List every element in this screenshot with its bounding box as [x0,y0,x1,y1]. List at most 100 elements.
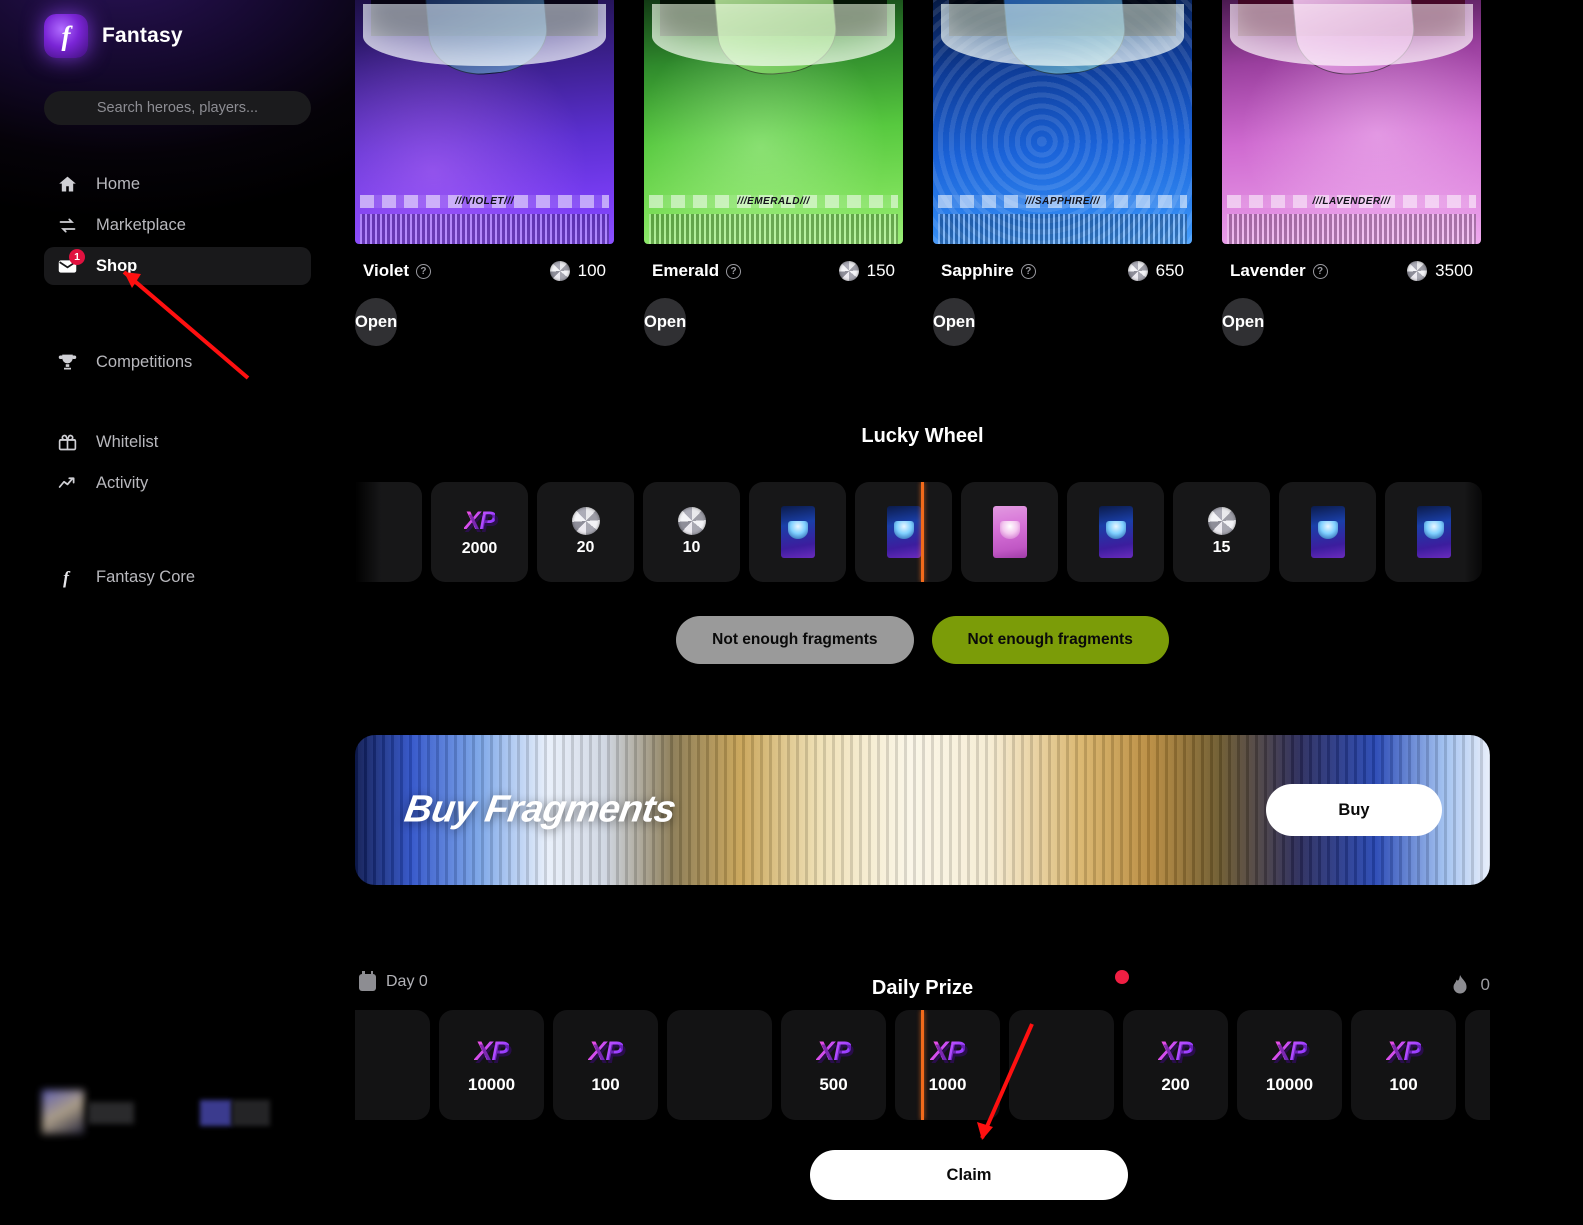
spin-multi-button[interactable]: Not enough fragments [932,616,1169,664]
open-pack-button[interactable]: Open [644,298,686,346]
pack-name-text: Emerald [652,261,719,281]
daily-prize-value: 200 [1161,1075,1189,1095]
daily-prize-value: 10000 [468,1075,515,1095]
pack-price: 3500 [1407,261,1473,281]
wheel-item[interactable]: 20 [537,482,634,582]
trending-up-icon [56,472,78,494]
nav-spacer [0,505,355,555]
daily-prize-header: Day 0 Daily Prize 0 [355,965,1490,1005]
wheel-item[interactable] [855,482,952,582]
sidebar-item-label: Competitions [96,353,192,372]
pack-name-text: Violet [363,261,409,281]
daily-prize-value: 100 [591,1075,619,1095]
daily-prize-item[interactable]: XP 1000 [895,1010,1000,1120]
xp-icon: XP [1158,1036,1192,1067]
fantasy-f-icon: f [56,566,78,588]
pack-meta: Violet ? 100 [355,261,614,281]
svg-text:f: f [63,567,71,587]
streak-counter: 0 [1452,975,1490,995]
pack-image-lavender: ///LAVENDER/// [1222,0,1481,244]
pack-name: Emerald ? [652,261,741,281]
sidebar: f Fantasy Search heroes, players... Home… [0,0,355,1225]
gift-icon [56,431,78,453]
daily-prize-item[interactable]: XP 100 [1351,1010,1456,1120]
pack-price-value: 100 [578,261,606,281]
daily-prize-item[interactable]: XP 10000 [439,1010,544,1120]
daily-prize-item[interactable] [667,1010,772,1120]
lucky-wheel-strip[interactable]: XP 2000 20 10 [355,482,1490,582]
fragment-icon [1208,507,1236,535]
xp-icon: XP [816,1036,850,1067]
pack-price: 100 [550,261,606,281]
search-input[interactable]: Search heroes, players... [44,91,311,125]
pack-image-emerald: ///EMERALD/// [644,0,903,244]
pack-list: ///VIOLET/// Violet ? 100 Open [355,0,1490,346]
daily-prize-item[interactable]: XP 100 [553,1010,658,1120]
wheel-item[interactable]: 15 [1173,482,1270,582]
hero-card-icon [887,506,921,558]
search-placeholder: Search heroes, players... [97,100,258,116]
help-icon[interactable]: ? [1313,264,1328,279]
inbox-icon: 1 [56,255,78,277]
flame-icon [1452,975,1469,995]
blurred-thumbnail-art [0,1080,290,1140]
wheel-item[interactable] [1067,482,1164,582]
daily-prize-item[interactable]: XP 10000 [1237,1010,1342,1120]
wheel-item[interactable] [355,482,422,582]
pack-name-text: Lavender [1230,261,1306,281]
pack-price: 150 [839,261,895,281]
pack-label-text: ///LAVENDER/// [1227,195,1476,208]
brand[interactable]: f Fantasy [0,0,355,58]
pack-card: ///EMERALD/// Emerald ? 150 Open [644,0,903,346]
daily-prize-item[interactable]: XP 500 [781,1010,886,1120]
main-content: ///VIOLET/// Violet ? 100 Open [355,0,1583,1225]
sidebar-item-activity[interactable]: Activity [44,464,311,502]
wheel-item[interactable] [1385,482,1482,582]
wheel-item[interactable] [1279,482,1376,582]
help-icon[interactable]: ? [416,264,431,279]
help-icon[interactable]: ? [1021,264,1036,279]
daily-prize-value: 500 [819,1075,847,1095]
pack-card: ///LAVENDER/// Lavender ? 3500 Open [1222,0,1481,346]
wheel-position-marker [921,482,924,582]
wheel-item[interactable] [749,482,846,582]
notification-dot [1115,970,1129,984]
daily-prize-item[interactable] [1009,1010,1114,1120]
lucky-wheel-section: Lucky Wheel XP 2000 20 10 [355,425,1490,664]
pack-meta: Lavender ? 3500 [1222,261,1481,281]
sidebar-item-home[interactable]: Home [44,165,311,203]
open-pack-button[interactable]: Open [933,298,975,346]
streak-value: 0 [1481,975,1490,995]
hero-card-icon [993,506,1027,558]
pack-image-sapphire: ///SAPPHIRE/// [933,0,1192,244]
xp-icon: XP [464,507,495,536]
daily-prize-item[interactable] [1465,1010,1490,1120]
sidebar-item-shop[interactable]: 1 Shop [44,247,311,285]
buy-fragments-banner: Buy Fragments Buy [355,735,1490,885]
daily-prize-strip[interactable]: XP 10000 XP 100 XP 500 XP 1000 [355,1010,1490,1120]
wheel-item[interactable]: XP 2000 [431,482,528,582]
claim-button[interactable]: Claim [810,1150,1128,1200]
open-pack-button[interactable]: Open [1222,298,1264,346]
sidebar-item-fantasy-core[interactable]: f Fantasy Core [44,558,311,596]
buy-fragments-button[interactable]: Buy [1266,784,1442,836]
sidebar-item-label: Marketplace [96,216,186,235]
open-pack-button[interactable]: Open [355,298,397,346]
wheel-item[interactable]: 10 [643,482,740,582]
spin-once-button[interactable]: Not enough fragments [676,616,913,664]
fragment-icon [572,507,600,535]
sidebar-item-label: Activity [96,474,148,493]
pack-image-violet: ///VIOLET/// [355,0,614,244]
sidebar-item-competitions[interactable]: Competitions [44,343,311,381]
pack-name: Violet ? [363,261,431,281]
pack-card: ///VIOLET/// Violet ? 100 Open [355,0,614,346]
pack-meta: Sapphire ? 650 [933,261,1192,281]
daily-prize-item[interactable] [355,1010,430,1120]
sidebar-item-whitelist[interactable]: Whitelist [44,423,311,461]
help-icon[interactable]: ? [726,264,741,279]
daily-prize-item[interactable]: XP 200 [1123,1010,1228,1120]
wheel-item-value: 2000 [462,540,498,558]
home-icon [56,173,78,195]
sidebar-item-marketplace[interactable]: Marketplace [44,206,311,244]
wheel-item[interactable] [961,482,1058,582]
